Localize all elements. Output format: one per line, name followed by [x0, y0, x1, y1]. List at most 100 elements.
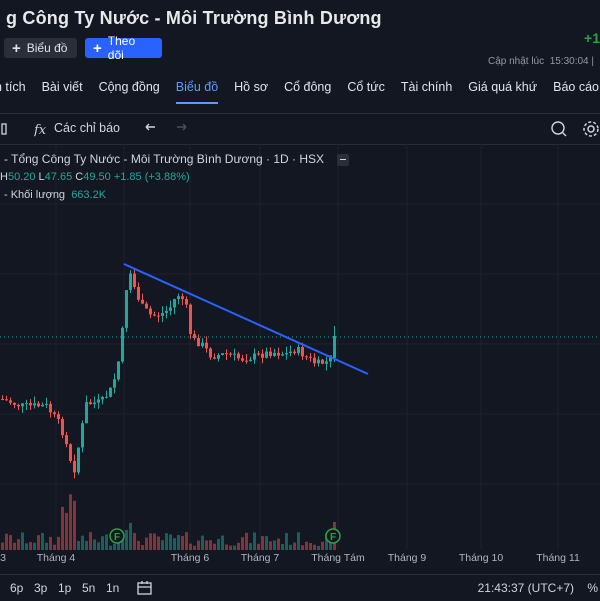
candle-body	[109, 387, 112, 397]
volume-bar	[269, 541, 272, 550]
candle-body	[13, 402, 16, 405]
volume-bar	[41, 533, 44, 550]
candle-body	[89, 402, 92, 405]
volume-bar	[293, 542, 296, 550]
candle-body	[325, 361, 328, 364]
tab-chart[interactable]: Biểu đồ	[175, 80, 219, 104]
candle-body	[309, 356, 312, 358]
snapshot-icon[interactable]	[550, 120, 568, 138]
chart-toolbar: fx Các chỉ báo	[0, 113, 600, 145]
candle-body	[249, 359, 252, 362]
event-marker[interactable]: F	[109, 528, 125, 544]
tab-profile[interactable]: Hồ sơ	[234, 80, 268, 104]
volume-bar	[181, 535, 184, 550]
x-tick-label: Tháng 7	[240, 552, 280, 564]
fx-icon[interactable]: fx	[34, 120, 50, 138]
x-tick-label: 3	[0, 552, 6, 564]
chart-button[interactable]: + Biểu đồ	[4, 38, 77, 58]
candle-body	[29, 402, 32, 406]
tab-shareholders[interactable]: Cổ đông	[284, 80, 331, 104]
low-value: 47.65	[44, 171, 73, 183]
candle-body	[25, 402, 28, 404]
collapse-legend-icon[interactable]	[337, 153, 350, 166]
range-3m-button[interactable]: 3p	[34, 581, 47, 595]
candle-body	[113, 379, 116, 388]
volume-bar	[93, 539, 96, 550]
candle-body	[305, 356, 308, 358]
volume-bar	[49, 536, 52, 550]
candle-body	[269, 351, 272, 356]
candle-body	[257, 353, 260, 355]
range-1d-button[interactable]: 1n	[106, 581, 119, 595]
volume-bar	[81, 535, 84, 550]
candle-body	[273, 352, 276, 356]
candle-body	[189, 304, 192, 335]
candle-body	[49, 403, 52, 413]
candle-body	[221, 353, 224, 355]
tab-reports[interactable]: Báo cáo	[553, 80, 599, 104]
volume-bar	[9, 535, 12, 550]
follow-button[interactable]: + Theo dõi	[85, 34, 162, 62]
date-range-icon[interactable]	[136, 579, 154, 597]
candle-body	[181, 296, 184, 300]
volume-bar	[305, 541, 308, 550]
tab-analysis[interactable]: n tích	[0, 80, 26, 104]
x-axis: 3 Tháng 4 Tháng 6 Tháng 7 Tháng Tám Thán…	[0, 550, 600, 570]
candle-body	[157, 315, 160, 317]
ohlc-values: H50.20 L47.65 C49.50 +1.85 (+3.88%)	[0, 171, 190, 183]
candle-body	[185, 299, 188, 305]
tab-articles[interactable]: Bài viết	[42, 80, 83, 104]
x-tick-label: Tháng 6	[170, 552, 210, 564]
undo-icon[interactable]	[142, 122, 158, 136]
volume-bar	[17, 539, 20, 550]
volume-bar	[29, 542, 32, 550]
tab-dividends[interactable]: Cổ tức	[347, 80, 385, 104]
candle-body	[41, 404, 44, 407]
volume-bar	[241, 537, 244, 550]
volume-bar	[69, 494, 72, 550]
volume-bar	[161, 540, 164, 550]
price-chart[interactable]: F F	[0, 144, 600, 570]
range-6m-button[interactable]: 6p	[10, 581, 23, 595]
candle-body	[245, 360, 248, 362]
candle-body	[45, 403, 48, 405]
volume-bar	[25, 543, 28, 550]
candle-body	[125, 290, 128, 328]
percent-toggle[interactable]: %	[587, 581, 598, 595]
x-tick-label: Tháng 10	[458, 552, 504, 564]
volume-bar	[237, 542, 240, 550]
event-marker[interactable]: F	[325, 528, 341, 544]
indicators-button[interactable]: Các chỉ báo	[54, 121, 120, 135]
tab-financials[interactable]: Tài chính	[401, 80, 452, 104]
tab-community[interactable]: Cộng đồng	[99, 80, 160, 104]
candle-body	[149, 308, 152, 315]
updated-time: Cập nhật lúc 15:30:04 |	[488, 56, 594, 67]
candle-body	[77, 447, 80, 473]
candle-body	[289, 351, 292, 354]
volume-bar	[85, 540, 88, 550]
range-5d-button[interactable]: 5n	[82, 581, 95, 595]
volume-bar	[105, 534, 108, 550]
range-1m-button[interactable]: 1p	[58, 581, 71, 595]
volume-legend: - Khối lượng 663.2K	[4, 189, 106, 201]
candle-body	[61, 418, 64, 436]
tab-history[interactable]: Giá quá khứ	[468, 80, 537, 104]
candle-body	[261, 353, 264, 358]
gear-icon[interactable]	[581, 119, 600, 139]
page-title: g Công Ty Nước - Môi Trường Bình Dương	[6, 8, 382, 28]
candle-body	[285, 353, 288, 355]
volume-bar	[1, 542, 4, 550]
candle-body	[197, 338, 200, 347]
volume-bar	[33, 542, 36, 550]
candle-body	[177, 296, 180, 300]
volume-bar	[37, 535, 40, 550]
volume-bar	[149, 533, 152, 550]
candle-body	[241, 358, 244, 361]
candle-body	[317, 359, 320, 364]
redo-icon[interactable]	[174, 122, 190, 136]
interval-icon[interactable]	[0, 122, 10, 136]
candle-body	[97, 399, 100, 403]
volume-bar	[177, 535, 180, 550]
candle-body	[193, 334, 196, 339]
volume-bar	[277, 538, 280, 550]
